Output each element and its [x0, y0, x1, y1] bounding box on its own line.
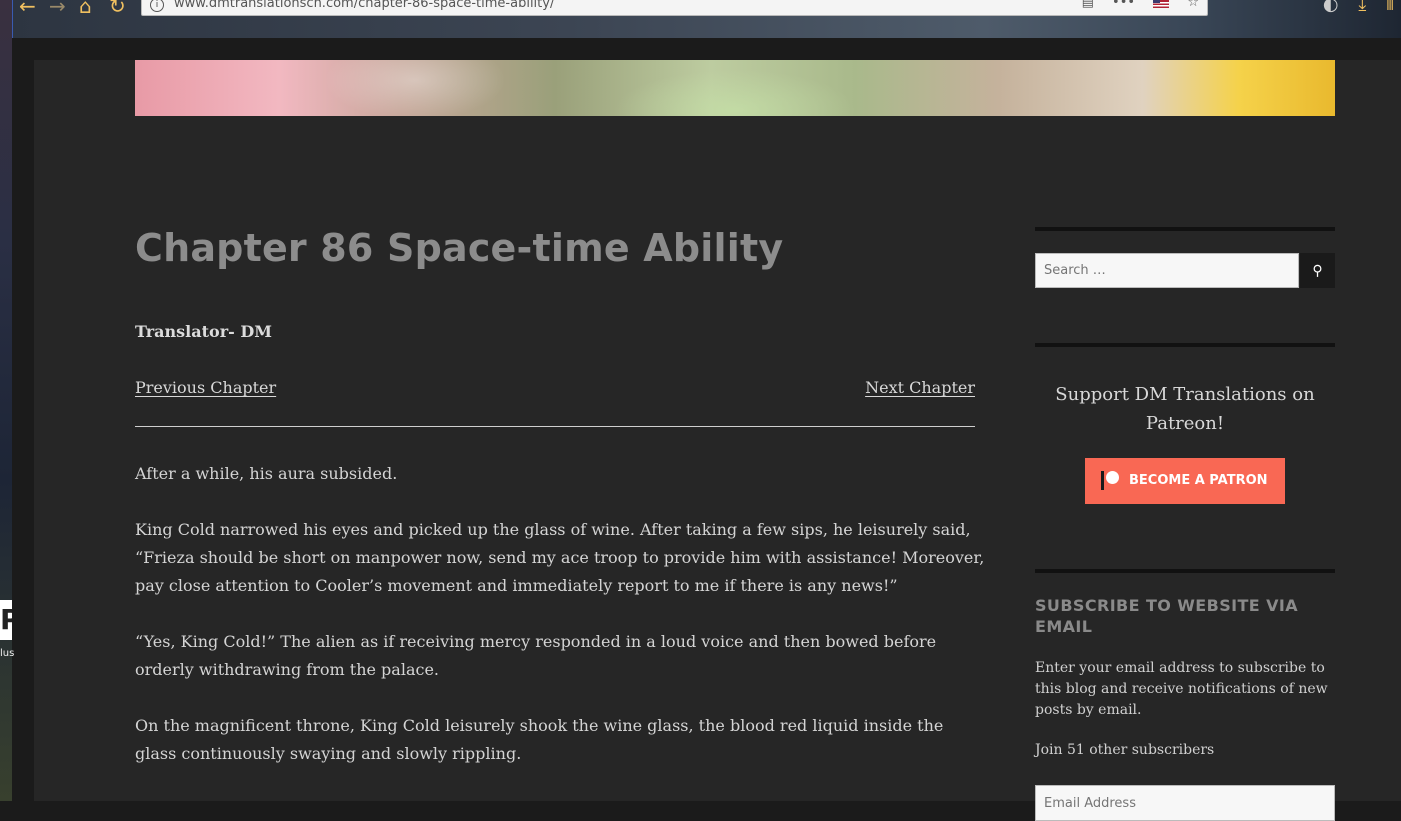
url-text[interactable]: www.dmtranslationscn.com/chapter-86-spac…	[174, 0, 554, 11]
header-banner-image	[135, 60, 1335, 116]
back-arrow-icon[interactable]: ←	[19, 0, 36, 18]
paragraph: “Yes, King Cold!” The alien as if receiv…	[135, 632, 937, 679]
library-icon[interactable]: ⦀	[1386, 0, 1394, 15]
widget-divider	[1035, 343, 1335, 347]
address-bar[interactable]: i www.dmtranslationscn.com/chapter-86-sp…	[141, 0, 1208, 16]
widget-divider	[1035, 569, 1335, 573]
desktop-strip: P lus	[0, 0, 15, 801]
paragraph: After a while, his aura subsided.	[135, 464, 398, 483]
paragraph: King Cold narrowed his eyes and picked u…	[135, 520, 985, 595]
patreon-logo-icon	[1101, 471, 1120, 490]
paragraph: On the magnificent throne, King Cold lei…	[135, 716, 944, 763]
search-input[interactable]	[1035, 253, 1299, 288]
browser-toolbar: ← → ⌂ ↻ i www.dmtranslationscn.com/chapt…	[12, 0, 1401, 38]
bookmark-star-icon[interactable]: ☆	[1187, 0, 1199, 10]
page-container: Chapter 86 Space-time Ability Translator…	[34, 60, 1401, 821]
forward-arrow-icon[interactable]: →	[49, 0, 66, 18]
desktop-app-icon[interactable]: P	[0, 600, 12, 640]
subscriber-count: Join 51 other subscribers	[1035, 742, 1215, 758]
search-icon: ⚲	[1312, 262, 1323, 279]
sync-icon[interactable]: ◐	[1323, 0, 1339, 15]
home-icon[interactable]: ⌂	[79, 0, 92, 18]
subscribe-heading: SUBSCRIBE TO WEBSITE VIA EMAIL	[1035, 596, 1299, 636]
reload-icon[interactable]: ↻	[109, 0, 126, 18]
email-field[interactable]	[1035, 785, 1335, 821]
site-info-icon[interactable]: i	[150, 0, 164, 12]
search-form: ⚲	[1035, 253, 1335, 288]
patreon-heading: Support DM Translations on Patreon!	[1055, 384, 1315, 434]
desktop-app-label: lus	[0, 648, 15, 659]
page-title: Chapter 86 Space-time Ability	[135, 226, 784, 270]
patron-button-label: BECOME A PATRON	[1129, 473, 1268, 488]
chapter-navigation: Previous Chapter Next Chapter	[135, 378, 975, 427]
download-icon[interactable]: ⤓	[1358, 0, 1366, 15]
become-patron-button[interactable]: BECOME A PATRON	[1085, 458, 1285, 504]
us-flag-icon[interactable]	[1153, 0, 1170, 8]
next-chapter-link[interactable]: Next Chapter	[865, 378, 975, 397]
search-button[interactable]: ⚲	[1300, 253, 1335, 288]
reader-view-icon[interactable]: ▤	[1082, 0, 1094, 10]
translator-credit: Translator- DM	[135, 322, 272, 341]
toolbar-right: ◐ ⤓ ⦀	[1309, 0, 1394, 15]
url-actions: ▤ ••• ☆	[1068, 0, 1199, 10]
widget-divider	[1035, 227, 1335, 231]
page-actions-icon[interactable]: •••	[1112, 0, 1135, 10]
subscribe-description: Enter your email address to subscribe to…	[1035, 660, 1328, 718]
article-body: After a while, his aura subsided. King C…	[135, 460, 985, 796]
previous-chapter-link[interactable]: Previous Chapter	[135, 378, 276, 397]
